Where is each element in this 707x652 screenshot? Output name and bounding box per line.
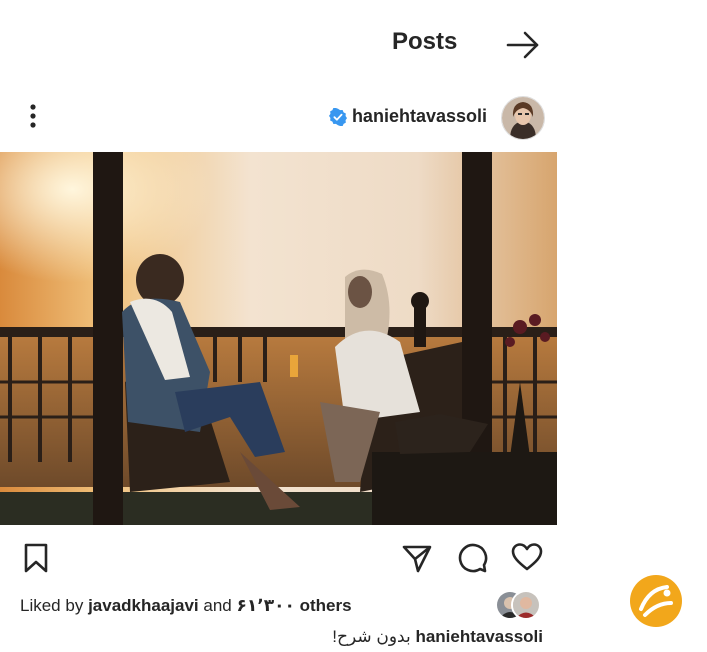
- likes-others-label[interactable]: others: [300, 596, 352, 615]
- likes-summary[interactable]: Liked by javadkhaajavi and ۶۱٬۳۰۰ others: [20, 596, 352, 616]
- post-username[interactable]: haniehtavassoli: [352, 106, 487, 127]
- likes-connector: and: [203, 596, 232, 615]
- post-image[interactable]: [0, 152, 557, 525]
- comment-icon[interactable]: [456, 541, 488, 573]
- bookmark-icon[interactable]: [22, 542, 50, 574]
- liker-avatars: [495, 590, 541, 620]
- avatar[interactable]: [501, 96, 545, 140]
- share-icon[interactable]: [401, 542, 433, 574]
- verified-badge-icon: [329, 108, 347, 126]
- caption-text: بدون شرح!: [332, 627, 411, 646]
- site-logo: [630, 575, 682, 627]
- post-caption: بدون شرح! haniehtavassoli: [332, 627, 543, 647]
- caption-username[interactable]: haniehtavassoli: [415, 627, 543, 646]
- arrow-right-icon[interactable]: [505, 30, 541, 60]
- heart-icon[interactable]: [510, 541, 544, 573]
- liker-username[interactable]: javadkhaajavi: [88, 596, 199, 615]
- page-title: Posts: [392, 28, 458, 55]
- more-vertical-icon[interactable]: [26, 103, 40, 129]
- avatar: [511, 590, 541, 620]
- likes-prefix: Liked by: [20, 596, 84, 615]
- likes-others-count[interactable]: ۶۱٬۳۰۰: [236, 596, 294, 615]
